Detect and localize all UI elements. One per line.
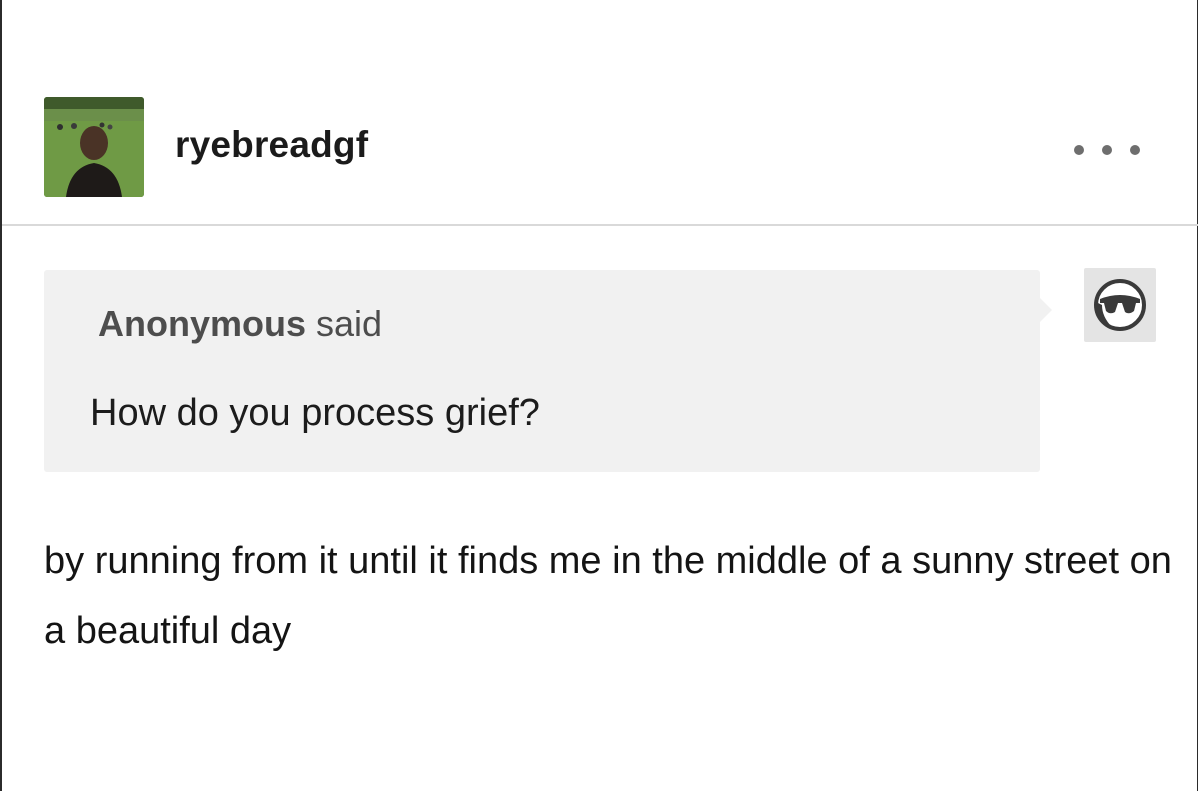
post-header: ryebreadgf [2, 0, 1198, 226]
ellipsis-icon [1102, 145, 1112, 155]
asker-line: Anonymous said [98, 306, 382, 342]
asker-said: said [316, 303, 383, 344]
ask-bubble: Anonymous said How do you process grief? [44, 270, 1040, 472]
ask-bubble-pointer [1038, 296, 1052, 324]
author-username[interactable]: ryebreadgf [175, 126, 368, 163]
answer-text: by running from it until it finds me in … [44, 540, 1172, 652]
anonymous-sunglasses-icon [1094, 279, 1146, 331]
anonymous-avatar [1084, 268, 1156, 342]
more-options-button[interactable] [1074, 138, 1140, 162]
ask-question: How do you process grief? [90, 392, 540, 434]
ellipsis-icon [1130, 145, 1140, 155]
asker-name: Anonymous [98, 303, 307, 344]
avatar-photo-icon [44, 97, 144, 197]
author-avatar[interactable] [44, 97, 144, 197]
ellipsis-icon [1074, 145, 1084, 155]
